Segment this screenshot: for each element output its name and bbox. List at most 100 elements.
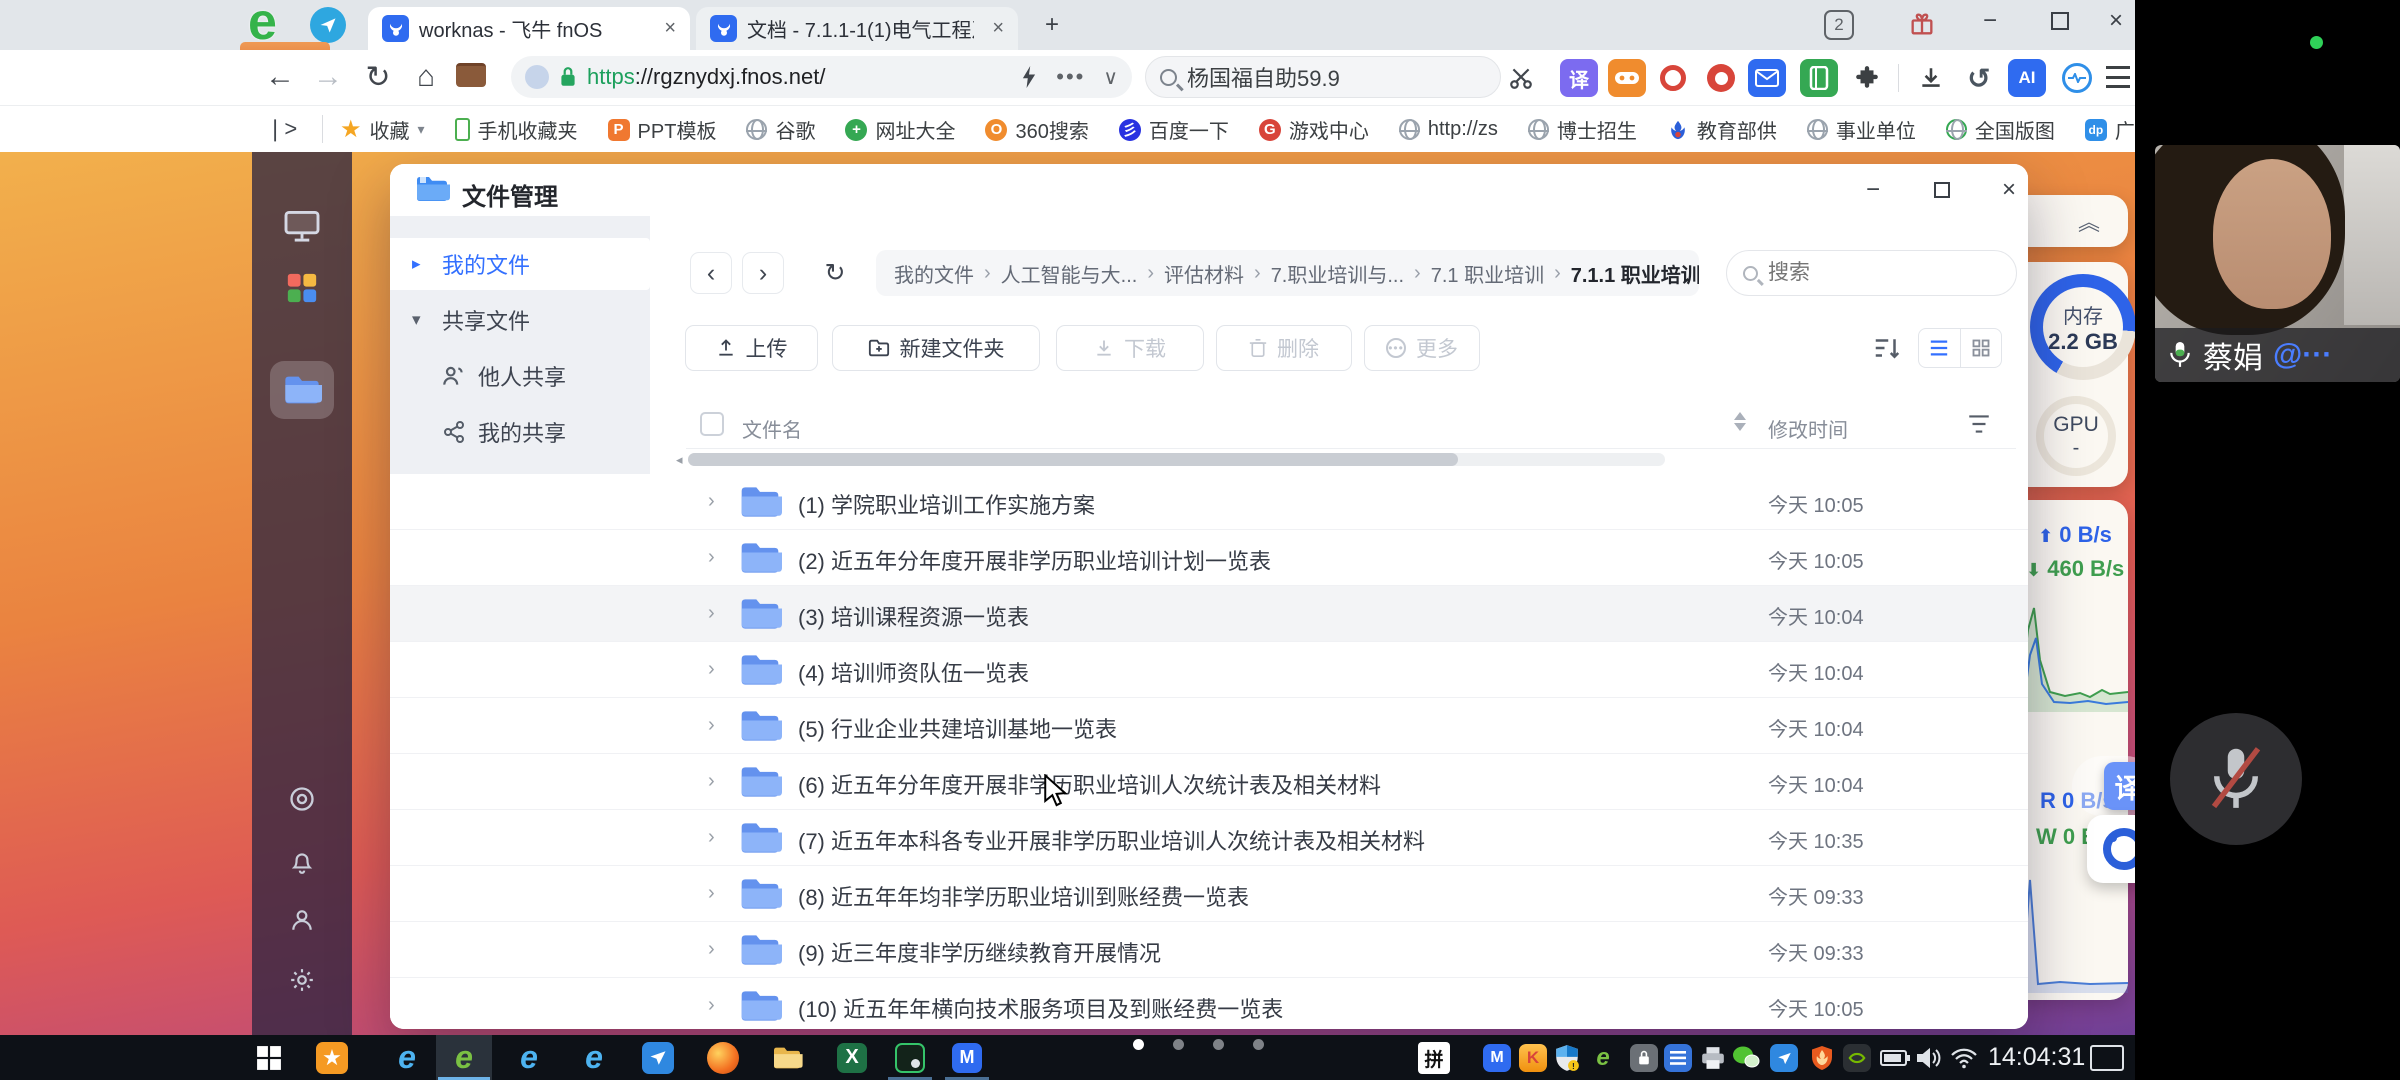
file-row[interactable]: › (9) 近三年度非学历继续教育开展情况 今天 09:33 bbox=[390, 922, 2028, 978]
tray-lock-icon[interactable] bbox=[1628, 1042, 1660, 1074]
briefcase-icon[interactable] bbox=[456, 63, 486, 87]
notification-center-icon[interactable] bbox=[2090, 1045, 2124, 1071]
session-count-badge[interactable]: 2 bbox=[1824, 10, 1854, 40]
tray-nvidia-icon[interactable] bbox=[1841, 1042, 1873, 1074]
horizontal-scrollbar[interactable] bbox=[688, 453, 1665, 466]
column-settings-icon[interactable] bbox=[1966, 412, 1992, 441]
bookmark-zs[interactable]: http://zs bbox=[1399, 118, 1498, 141]
game-extension-icon[interactable] bbox=[1608, 59, 1646, 97]
desktop-page-dot[interactable] bbox=[1213, 1039, 1224, 1050]
ai-assistant-icon[interactable]: AI bbox=[2008, 59, 2046, 97]
dock-help-icon[interactable] bbox=[286, 783, 318, 815]
file-row[interactable]: › (10) 近五年年横向技术服务项目及到账经费一览表 今天 10:05 bbox=[390, 978, 2028, 1029]
translate-fab[interactable]: 译 bbox=[2104, 762, 2135, 810]
breadcrumb-item[interactable]: 我的文件 bbox=[894, 259, 974, 288]
file-row[interactable]: › (4) 培训师资队伍一览表 今天 10:04 bbox=[390, 642, 2028, 698]
download-button[interactable]: 下载 bbox=[1056, 325, 1204, 371]
expand-chevron-icon[interactable]: › bbox=[708, 994, 715, 1017]
microphone-muted-button[interactable] bbox=[2170, 713, 2302, 845]
bookmark-favorites[interactable]: ★收藏▾ bbox=[340, 115, 425, 144]
sidebar-item-shared-mine[interactable]: 我的共享 bbox=[390, 406, 650, 458]
fm-close-button[interactable]: × bbox=[1994, 175, 2024, 205]
video-extension-icon[interactable] bbox=[1702, 59, 1740, 97]
file-row[interactable]: › (7) 近五年本科各专业开展非学历职业培训人次统计表及相关材料 今天 10:… bbox=[390, 810, 2028, 866]
bookmark-360search[interactable]: O360搜索 bbox=[985, 115, 1088, 144]
dock-desktop-icon[interactable] bbox=[280, 205, 324, 249]
ime-indicator[interactable]: 拼 bbox=[1418, 1042, 1450, 1074]
taskbar-feishu-icon[interactable] bbox=[630, 1035, 686, 1080]
taskbar-ie-icon[interactable]: e bbox=[566, 1035, 622, 1080]
tab-worknas[interactable]: worknas - 飞牛 fnOS × bbox=[368, 7, 690, 50]
mail-extension-icon[interactable] bbox=[1748, 59, 1786, 97]
column-header-modified[interactable]: 修改时间 bbox=[1768, 414, 1848, 443]
tab-document[interactable]: 文档 - 7.1.1-1(1)电气工程及自 × bbox=[696, 7, 1018, 50]
file-row[interactable]: › (5) 行业企业共建培训基地一览表 今天 10:04 bbox=[390, 698, 2028, 754]
forward-icon[interactable]: → bbox=[306, 55, 350, 99]
fm-search-box[interactable] bbox=[1726, 250, 2017, 296]
file-row[interactable]: › (1) 学院职业培训工作实施方案 今天 10:05 bbox=[390, 474, 2028, 530]
upload-button[interactable]: 上传 bbox=[685, 325, 818, 371]
breadcrumb-item[interactable]: 7.1 职业培训 bbox=[1431, 259, 1544, 288]
bookmark-moe[interactable]: 教育部供 bbox=[1667, 115, 1777, 144]
bookmark-sites[interactable]: +网址大全 bbox=[845, 115, 955, 144]
expand-chevron-icon[interactable]: › bbox=[708, 490, 715, 513]
file-row[interactable]: › (2) 近五年分年度开展非学历职业培训计划一览表 今天 10:05 bbox=[390, 530, 2028, 586]
browser-session-icon[interactable] bbox=[310, 7, 346, 43]
taskbar-firefox-icon[interactable] bbox=[695, 1035, 751, 1080]
bookmark-phd[interactable]: 博士招生 bbox=[1528, 115, 1637, 144]
screenshot-scissors-icon[interactable] bbox=[1502, 59, 1540, 97]
expand-chevron-icon[interactable]: › bbox=[708, 602, 715, 625]
bookmark-institution[interactable]: 事业单位 bbox=[1807, 115, 1916, 144]
sidebar-item-my-files[interactable]: ▸ 我的文件 bbox=[390, 238, 650, 290]
dock-settings-gear-icon[interactable] bbox=[286, 964, 318, 996]
horizontal-scrollbar-thumb[interactable] bbox=[688, 453, 1458, 466]
hscroll-left-arrow[interactable]: ◂ bbox=[676, 452, 683, 468]
ring-extension-icon[interactable] bbox=[1654, 59, 1692, 97]
expand-chevron-icon[interactable]: › bbox=[708, 938, 715, 961]
dock-filemanager-icon[interactable] bbox=[270, 361, 334, 419]
grid-view-button[interactable] bbox=[1961, 329, 2002, 367]
new-tab-button[interactable]: + bbox=[1030, 4, 1074, 46]
expand-chevron-icon[interactable]: › bbox=[708, 658, 715, 681]
tab-close-icon[interactable]: × bbox=[984, 17, 1004, 40]
window-maximize-button[interactable] bbox=[2038, 0, 2082, 42]
taskbar-excel-icon[interactable]: X bbox=[824, 1035, 880, 1080]
webcam-video-tile[interactable]: 蔡娟 @··· bbox=[2155, 145, 2400, 382]
bookmark-baidu[interactable]: 彡百度一下 bbox=[1119, 115, 1229, 144]
new-folder-button[interactable]: 新建文件夹 bbox=[832, 325, 1040, 371]
history-restore-icon[interactable]: ↺ bbox=[1960, 59, 1998, 97]
tab-close-icon[interactable]: × bbox=[656, 17, 676, 40]
browser-search-box[interactable] bbox=[1145, 56, 1501, 98]
extension-logo-button[interactable] bbox=[2087, 815, 2135, 883]
start-button[interactable] bbox=[241, 1035, 297, 1080]
expand-chevron-icon[interactable]: › bbox=[708, 714, 715, 737]
column-header-name[interactable]: 文件名 bbox=[742, 414, 802, 443]
reader-lightning-icon[interactable] bbox=[1020, 66, 1038, 88]
tray-huorong-shield-icon[interactable] bbox=[1806, 1042, 1838, 1074]
tray-feishu-icon[interactable] bbox=[1768, 1042, 1800, 1074]
dock-notifications-bell-icon[interactable] bbox=[286, 846, 318, 878]
home-icon[interactable]: ⌂ bbox=[404, 55, 448, 99]
taskbar-360-favorites-icon[interactable]: ★ bbox=[304, 1035, 360, 1080]
breadcrumb-item[interactable]: 评估材料 bbox=[1164, 259, 1244, 288]
delete-button[interactable]: 删除 bbox=[1216, 325, 1352, 371]
file-row[interactable]: › (6) 近五年分年度开展非学历职业培训人次统计表及相关材料 今天 10:04 bbox=[390, 754, 2028, 810]
window-close-button[interactable]: × bbox=[2094, 0, 2138, 42]
breadcrumb[interactable]: 我的文件› 人工智能与大...› 评估材料› 7.职业培训与...› 7.1 职… bbox=[876, 250, 1699, 296]
sidebar-item-shared-others[interactable]: 他人共享 bbox=[390, 350, 650, 402]
sidebar-item-shared[interactable]: ▾ 共享文件 bbox=[390, 294, 650, 346]
search-input[interactable] bbox=[1187, 64, 1467, 90]
tray-docs-icon[interactable]: M bbox=[1481, 1042, 1513, 1074]
tray-defender-icon[interactable]: ! bbox=[1551, 1042, 1583, 1074]
url-more-icon[interactable]: ••• bbox=[1056, 64, 1085, 90]
tray-360browser-icon[interactable]: e bbox=[1587, 1042, 1619, 1074]
dock-user-icon[interactable] bbox=[286, 904, 318, 936]
expand-chevron-icon[interactable]: › bbox=[708, 770, 715, 793]
taskbar-screenshare-icon[interactable] bbox=[882, 1035, 938, 1080]
bookmark-mobile-folder[interactable]: 手机收藏夹 bbox=[455, 115, 578, 144]
desktop-page-dot[interactable] bbox=[1253, 1039, 1264, 1050]
menu-icon[interactable] bbox=[2106, 66, 2130, 88]
expand-chevron-icon[interactable]: › bbox=[708, 882, 715, 905]
health-wave-icon[interactable] bbox=[2058, 59, 2096, 97]
bookmark-google[interactable]: 谷歌 bbox=[746, 115, 815, 144]
